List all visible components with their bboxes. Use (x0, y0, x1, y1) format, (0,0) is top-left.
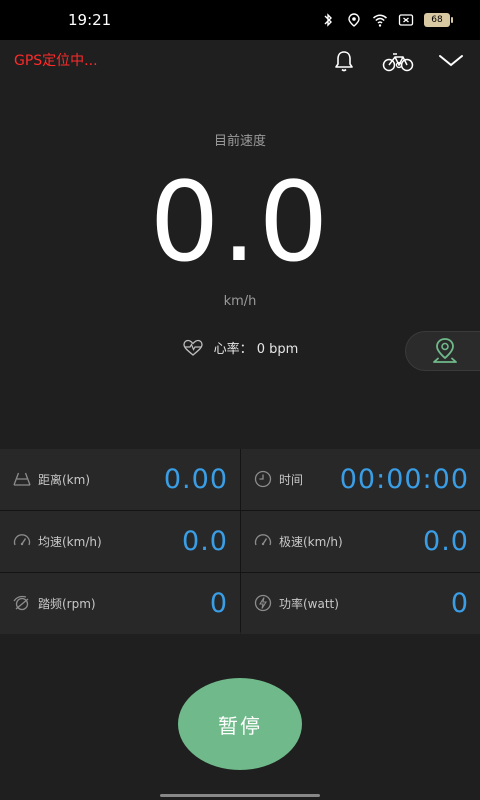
metric-avg-speed: 均速(km/h) 0.0 (0, 511, 240, 572)
battery-icon: 68 (424, 13, 453, 27)
power-icon (254, 594, 272, 612)
sim-status-icon (398, 14, 414, 26)
map-pin-icon (433, 338, 457, 363)
location-status-icon (348, 13, 360, 27)
ride-screen: 19:21 68 GPS定位中... 目前速度 0.0 km/h 心率： 0 b… (0, 0, 480, 800)
metric-distance: 距离(km) 0.00 (0, 449, 240, 510)
metric-value: 00:00:00 (339, 464, 469, 495)
collapse-button[interactable] (436, 46, 466, 76)
metric-max-speed: 极速(km/h) 0.0 (241, 511, 480, 572)
heart-rate-icon (182, 339, 203, 356)
status-bar: 19:21 68 (0, 0, 480, 40)
metric-label: 踏频(rpm) (38, 597, 96, 611)
metric-label: 时间 (279, 473, 304, 487)
pause-button[interactable]: 暂停 (178, 678, 302, 770)
gps-status: GPS定位中... (14, 53, 98, 69)
metric-cadence: 踏频(rpm) 0 (0, 573, 240, 634)
speed-unit: km/h (223, 294, 257, 309)
bike-mode-button[interactable] (380, 46, 416, 76)
cadence-icon (13, 595, 29, 611)
status-time: 19:21 (68, 11, 112, 29)
speedometer-icon (254, 534, 272, 546)
metric-power: 功率(watt) 0 (241, 573, 480, 634)
metrics-grid: 距离(km) 0.00 时间 00:00:00 均速(km/h) 0.0 极速(… (0, 449, 480, 634)
bicycle-icon (382, 53, 414, 72)
road-icon (13, 472, 31, 486)
metric-value: 0 (209, 588, 228, 619)
metric-label: 均速(km/h) (38, 535, 102, 549)
status-icons: 68 (320, 12, 453, 28)
bluetooth-icon (324, 13, 332, 27)
chevron-down-icon (439, 55, 463, 67)
home-indicator[interactable] (160, 794, 320, 797)
map-button[interactable] (405, 331, 480, 371)
speed-label: 目前速度 (213, 134, 266, 149)
clock-icon (254, 470, 272, 488)
bell-button[interactable] (329, 46, 359, 76)
speed-value: 0.0 (149, 158, 331, 286)
speedometer-icon (13, 534, 31, 546)
metric-label: 距离(km) (38, 473, 91, 487)
metric-value: 0.0 (423, 526, 469, 557)
metric-label: 极速(km/h) (279, 535, 343, 549)
wifi-icon (373, 14, 387, 27)
metric-value: 0.00 (163, 464, 228, 495)
metric-value: 0 (450, 588, 469, 619)
metric-time: 时间 00:00:00 (241, 449, 480, 510)
metric-value: 0.0 (182, 526, 228, 557)
heart-rate-text: 心率： 0 bpm (213, 342, 299, 357)
metric-label: 功率(watt) (279, 597, 339, 611)
bell-icon (335, 51, 353, 72)
